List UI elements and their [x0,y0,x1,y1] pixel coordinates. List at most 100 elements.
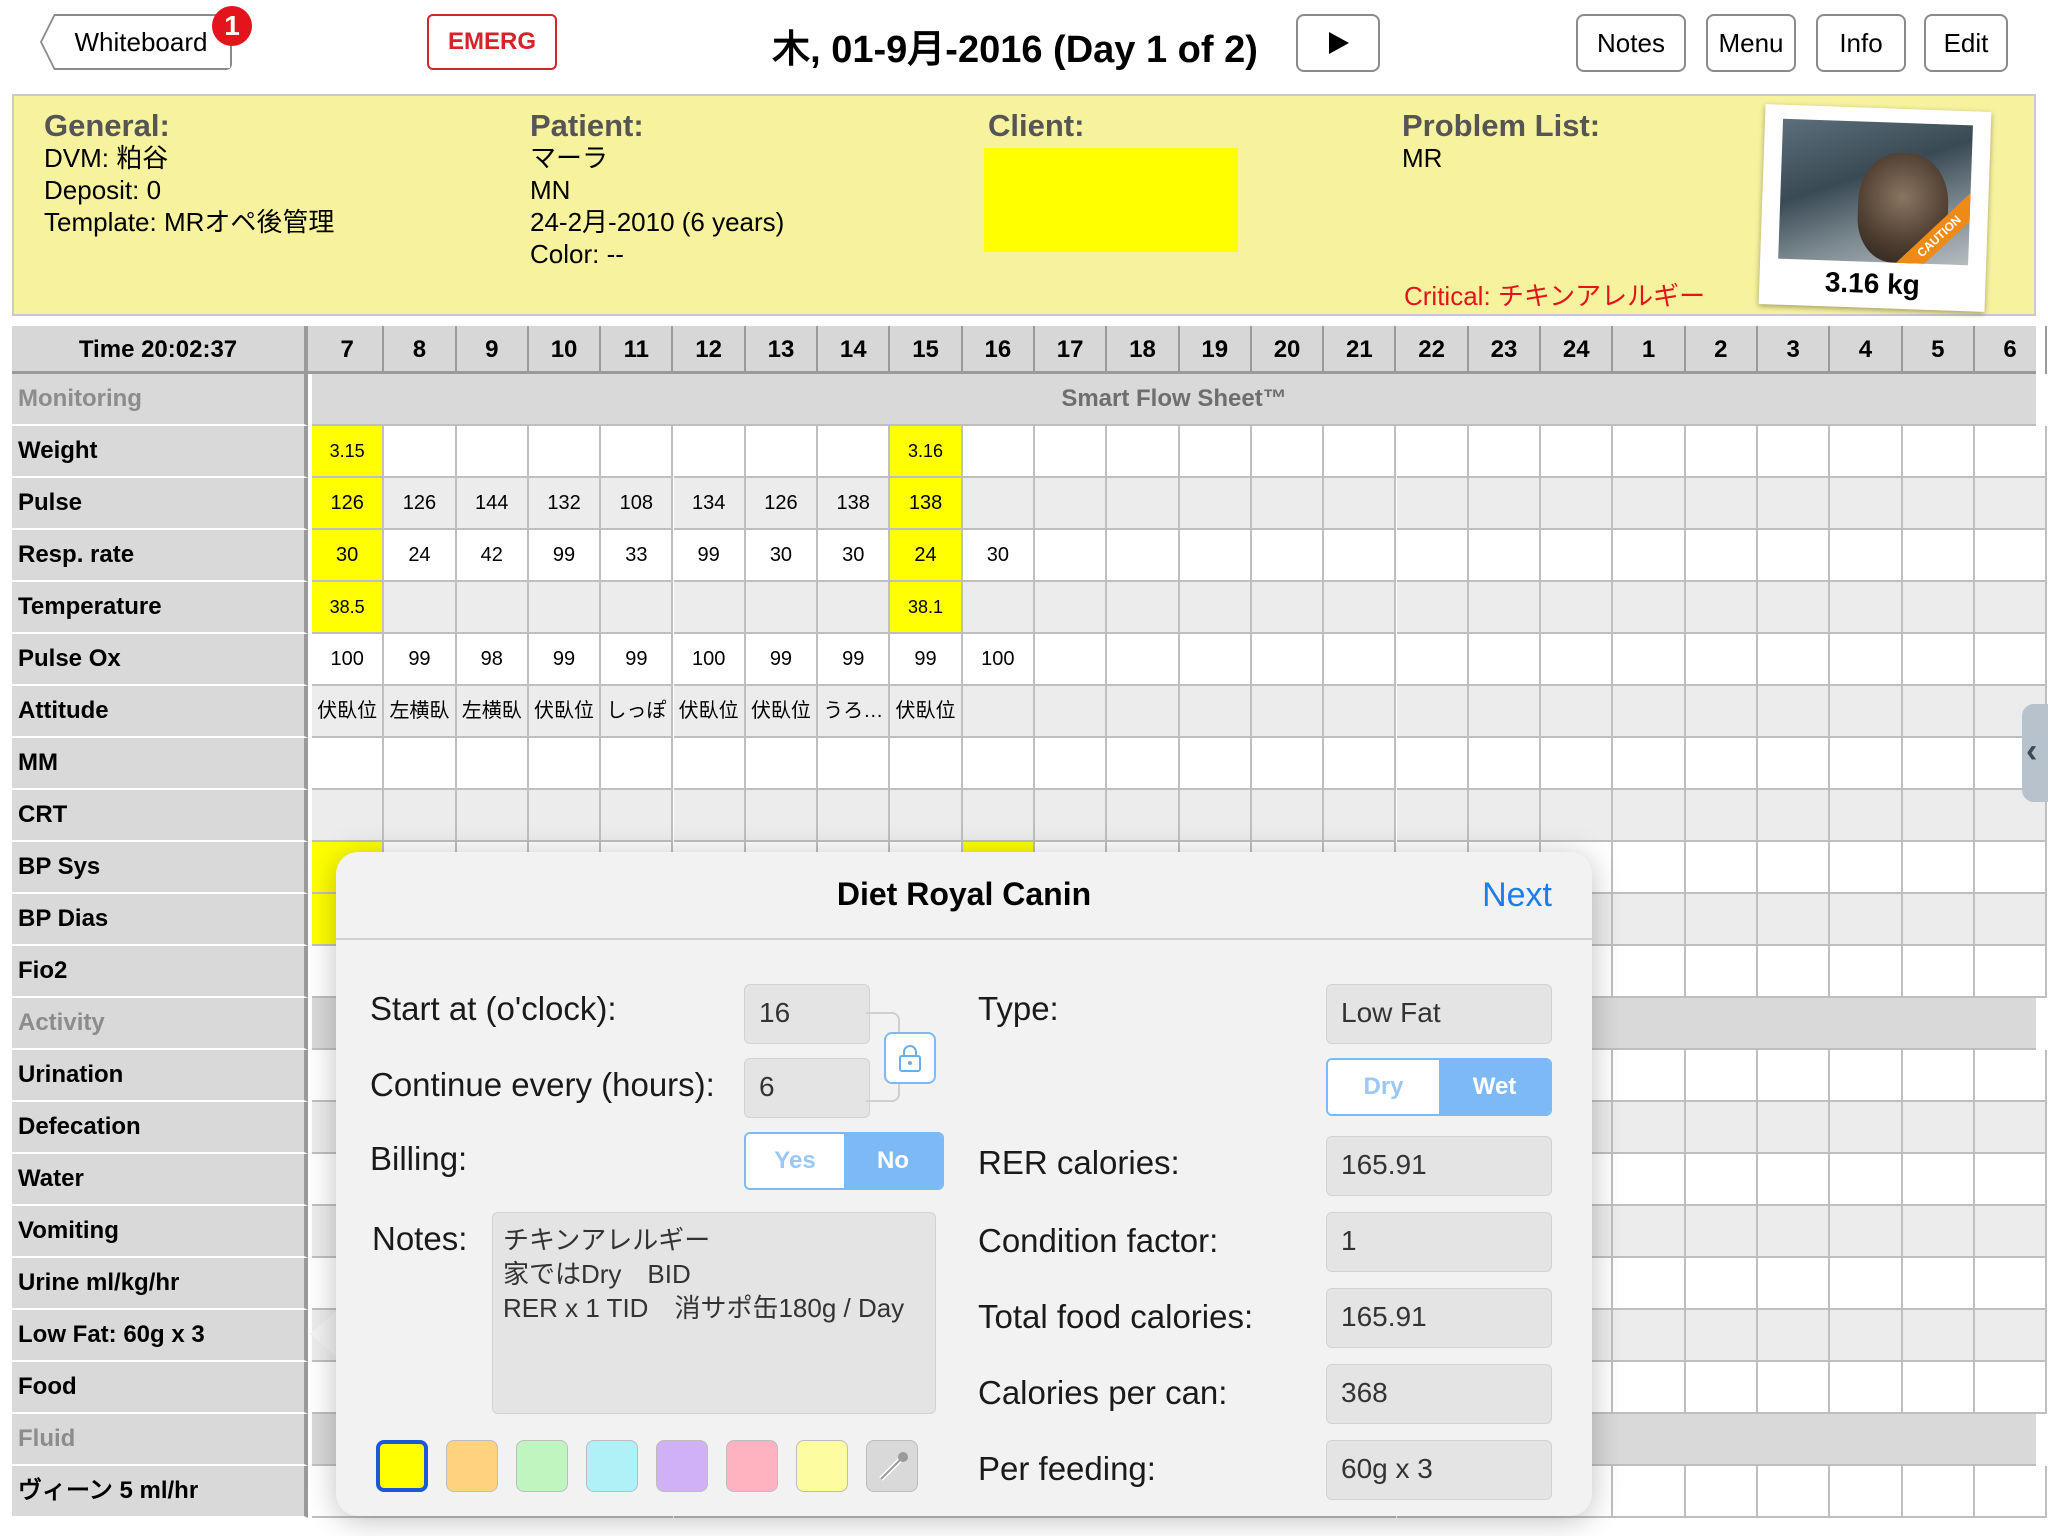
grid-cell[interactable] [1468,426,1542,478]
grid-cell[interactable]: 134 [673,478,746,530]
grid-cell[interactable] [1541,530,1614,582]
side-drawer-handle[interactable]: ‹ [2022,704,2048,802]
grid-cell[interactable] [1685,894,1758,946]
grid-cell[interactable] [1251,478,1325,530]
row-label[interactable]: Fio2 [12,946,308,998]
grid-cell[interactable] [1613,894,1686,946]
grid-cell[interactable]: 99 [673,530,746,582]
row-label[interactable]: Food [12,1362,308,1414]
grid-cell[interactable] [1613,1154,1686,1206]
grid-cell[interactable] [1107,634,1180,686]
grid-cell[interactable] [1251,738,1325,790]
grid-cell[interactable]: 126 [384,478,457,530]
grid-cell[interactable] [1902,1206,1975,1258]
grid-cell[interactable] [1324,738,1397,790]
grid-cell[interactable] [1613,946,1686,998]
grid-cell[interactable] [1830,582,1903,634]
grid-cell[interactable] [1758,634,1831,686]
grid-cell[interactable] [1902,686,1975,738]
grid-cell[interactable] [1613,1050,1686,1102]
grid-cell[interactable]: 99 [528,634,602,686]
grid-cell[interactable] [962,478,1035,530]
per-can-input[interactable]: 368 [1326,1364,1552,1424]
grid-cell[interactable] [1613,582,1686,634]
grid-cell[interactable] [1974,894,2048,946]
grid-cell[interactable] [1758,946,1831,998]
grid-cell[interactable] [601,738,674,790]
grid-cell[interactable] [1902,1466,1975,1518]
grid-cell[interactable] [1468,478,1542,530]
grid-cell[interactable] [1758,582,1831,634]
billing-no-option[interactable]: No [844,1134,942,1188]
grid-cell[interactable] [1179,686,1252,738]
row-label[interactable]: Urine ml/kg/hr [12,1258,308,1310]
grid-cell[interactable] [1396,686,1469,738]
grid-cell[interactable] [1685,1362,1758,1414]
grid-cell[interactable]: 3.16 [890,426,963,478]
row-label[interactable]: Weight [12,426,308,478]
grid-cell[interactable] [384,790,457,842]
grid-cell[interactable] [1902,478,1975,530]
grid-cell[interactable] [1251,634,1325,686]
grid-cell[interactable]: 99 [384,634,457,686]
grid-cell[interactable] [1758,738,1831,790]
grid-cell[interactable] [1758,1154,1831,1206]
grid-cell[interactable] [673,790,746,842]
grid-cell[interactable] [1035,530,1108,582]
color-swatch[interactable] [516,1440,568,1492]
grid-cell[interactable] [528,738,602,790]
grid-cell[interactable] [1974,582,2048,634]
row-label[interactable]: Temperature [12,582,308,634]
grid-cell[interactable] [890,790,963,842]
grid-cell[interactable] [1179,790,1252,842]
grid-cell[interactable] [1541,426,1614,478]
grid-cell[interactable] [1758,1102,1831,1154]
grid-cell[interactable] [1902,842,1975,894]
grid-cell[interactable] [1974,1258,2048,1310]
eyedropper-swatch[interactable] [866,1440,918,1492]
grid-cell[interactable] [1107,582,1180,634]
grid-cell[interactable] [1758,1258,1831,1310]
grid-cell[interactable]: 30 [962,530,1035,582]
grid-cell[interactable] [818,738,891,790]
grid-cell[interactable] [1613,1258,1686,1310]
grid-cell[interactable] [1902,790,1975,842]
grid-cell[interactable] [1974,478,2048,530]
grid-cell[interactable] [1758,1466,1831,1518]
grid-cell[interactable] [1685,582,1758,634]
emergency-button[interactable]: EMERG [427,14,557,70]
grid-cell[interactable] [1974,1050,2048,1102]
grid-cell[interactable] [1324,478,1397,530]
grid-cell[interactable] [1324,686,1397,738]
grid-cell[interactable] [1902,894,1975,946]
notes-button[interactable]: Notes [1576,14,1686,72]
grid-cell[interactable] [1468,530,1542,582]
grid-cell[interactable] [1107,530,1180,582]
grid-cell[interactable] [1107,478,1180,530]
grid-cell[interactable] [1758,1310,1831,1362]
grid-cell[interactable] [1179,478,1252,530]
grid-cell[interactable] [1685,1258,1758,1310]
grid-cell[interactable] [1974,634,2048,686]
grid-cell[interactable] [1685,946,1758,998]
grid-cell[interactable] [1396,790,1469,842]
row-label[interactable]: BP Dias [12,894,308,946]
grid-cell[interactable] [1974,1154,2048,1206]
grid-cell[interactable]: 伏臥位 [312,686,385,738]
grid-cell[interactable] [1830,790,1903,842]
grid-cell[interactable]: 132 [528,478,602,530]
grid-cell[interactable] [1758,1050,1831,1102]
grid-cell[interactable]: 99 [528,530,602,582]
grid-cell[interactable] [1396,530,1469,582]
type-select[interactable]: Low Fat [1326,984,1552,1044]
grid-cell[interactable]: 伏臥位 [673,686,746,738]
condition-input[interactable]: 1 [1326,1212,1552,1272]
grid-cell[interactable] [1758,842,1831,894]
grid-cell[interactable] [1541,634,1614,686]
next-button[interactable]: Next [1482,876,1552,915]
grid-cell[interactable]: 100 [962,634,1035,686]
grid-cell[interactable]: 左横臥 [456,686,529,738]
grid-cell[interactable] [1685,1310,1758,1362]
grid-cell[interactable] [1974,1310,2048,1362]
grid-cell[interactable]: 38.1 [890,582,963,634]
